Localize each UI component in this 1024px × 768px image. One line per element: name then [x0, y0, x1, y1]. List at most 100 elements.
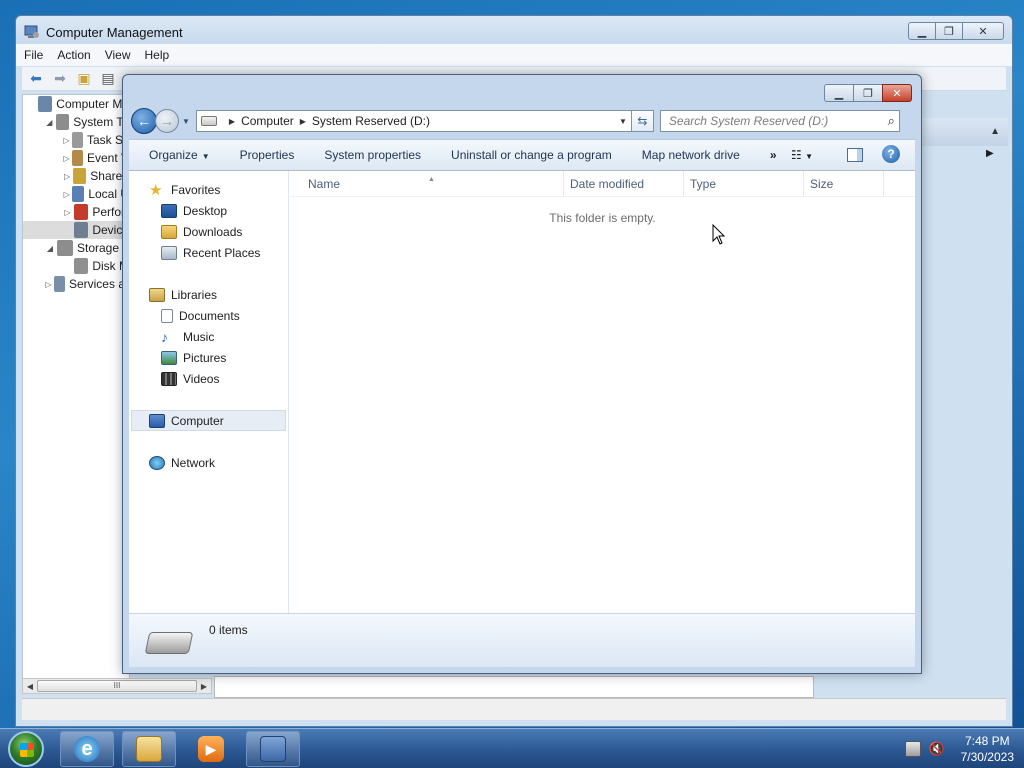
- explorer-minimize-button[interactable]: ▁: [824, 84, 854, 102]
- scroll-left-icon[interactable]: ◀: [23, 682, 37, 691]
- nav-network[interactable]: Network: [129, 452, 288, 473]
- cm-actions-header[interactable]: ▲: [920, 118, 1008, 146]
- breadcrumb-separator-icon[interactable]: ▶: [300, 117, 306, 126]
- nav-favorites[interactable]: ★ Favorites: [129, 179, 288, 200]
- tree-item[interactable]: ▷ Local U: [23, 185, 129, 203]
- tree-expander-icon[interactable]: ▷: [63, 172, 71, 181]
- scroll-right-icon[interactable]: ▶: [197, 682, 211, 691]
- tree-item[interactable]: Disk M: [23, 257, 129, 275]
- tree-item[interactable]: ◢ Storage: [23, 239, 129, 257]
- tree-item[interactable]: ▷ Event V: [23, 149, 129, 167]
- scroll-thumb[interactable]: III: [37, 680, 197, 692]
- nav-videos[interactable]: Videos: [129, 368, 288, 389]
- libraries-icon: [149, 287, 165, 302]
- forward-arrow-icon[interactable]: ➡: [50, 70, 70, 88]
- nav-pictures[interactable]: Pictures: [129, 347, 288, 368]
- clock[interactable]: 7:48 PM 7/30/2023: [961, 733, 1014, 765]
- cm-maximize-button[interactable]: ❐: [935, 22, 963, 40]
- tree-item[interactable]: ▷ Perforr: [23, 203, 129, 221]
- command-bar: Organize ▼ Properties System properties U…: [129, 139, 915, 171]
- start-button[interactable]: [8, 731, 44, 767]
- search-icon[interactable]: ⌕: [888, 113, 895, 129]
- change-view-icon[interactable]: ☷ ▼: [791, 148, 813, 162]
- tree-expander-icon[interactable]: ▷: [45, 280, 52, 289]
- cm-horizontal-scrollbar[interactable]: ◀ III ▶: [22, 678, 212, 694]
- nav-computer[interactable]: Computer: [131, 410, 286, 431]
- tree-item[interactable]: ▷ Shared: [23, 167, 129, 185]
- tree-expander-icon[interactable]: ◢: [45, 118, 54, 127]
- action-center-flag-icon[interactable]: [904, 741, 921, 757]
- nav-desktop[interactable]: Desktop: [129, 200, 288, 221]
- menu-help[interactable]: Help: [145, 48, 170, 62]
- desktop-icon: [161, 203, 177, 218]
- tree-expander-icon[interactable]: ▷: [63, 154, 70, 163]
- recent-pages-dropdown-icon[interactable]: ▼: [182, 117, 190, 126]
- address-dropdown-icon[interactable]: ▼: [619, 117, 627, 126]
- menu-view[interactable]: View: [105, 48, 131, 62]
- taskbar-media-player[interactable]: ▶: [184, 731, 238, 767]
- taskbar-internet-explorer[interactable]: e: [60, 731, 114, 767]
- cm-close-button[interactable]: ✕: [962, 22, 1004, 40]
- properties-button[interactable]: Properties: [240, 148, 295, 162]
- more-actions-arrow-icon[interactable]: ▶: [986, 148, 994, 159]
- menu-file[interactable]: File: [24, 48, 43, 62]
- breadcrumb-drive[interactable]: System Reserved (D:): [312, 114, 430, 128]
- clock-time: 7:48 PM: [964, 734, 1010, 748]
- search-input[interactable]: Search System Reserved (D:) ⌕: [659, 110, 900, 132]
- tree-node-icon: [71, 150, 83, 166]
- column-date-modified[interactable]: Date modified: [564, 170, 684, 197]
- breadcrumb-separator-icon[interactable]: ▶: [229, 117, 235, 126]
- nav-pictures-label: Pictures: [183, 350, 227, 365]
- tree-expander-icon[interactable]: ▷: [63, 208, 72, 217]
- tree-item[interactable]: ▷ Services ar: [23, 275, 129, 293]
- music-note-icon: ♪: [161, 328, 168, 345]
- refresh-icon[interactable]: ⇆: [631, 110, 654, 132]
- video-film-icon: [161, 371, 177, 386]
- tree-expander-icon[interactable]: ▷: [63, 136, 70, 145]
- organize-label: Organize: [149, 148, 198, 162]
- tree-expander-icon[interactable]: ▷: [63, 190, 70, 199]
- empty-folder-message: This folder is empty.: [549, 211, 656, 225]
- column-size[interactable]: Size: [804, 170, 884, 197]
- tree-item[interactable]: ◢ System To: [23, 113, 129, 131]
- up-folder-icon[interactable]: ▣: [74, 70, 94, 88]
- organize-button[interactable]: Organize ▼: [149, 148, 210, 162]
- nav-recent-places[interactable]: Recent Places: [129, 242, 288, 263]
- nav-downloads[interactable]: Downloads: [129, 221, 288, 242]
- nav-music[interactable]: ♪ Music: [129, 326, 288, 347]
- tree-expander-icon[interactable]: ◢: [45, 244, 55, 253]
- nav-documents[interactable]: Documents: [129, 305, 288, 326]
- back-arrow-icon[interactable]: ⬅: [26, 70, 46, 88]
- map-network-drive-button[interactable]: Map network drive: [642, 148, 740, 162]
- address-bar[interactable]: ▶ Computer ▶ System Reserved (D:) ▼: [195, 110, 632, 132]
- details-pane: 0 items: [129, 613, 915, 667]
- nav-music-label: Music: [183, 329, 215, 344]
- preview-pane-icon[interactable]: [847, 148, 863, 162]
- nav-libraries[interactable]: Libraries: [129, 284, 288, 305]
- taskbar-computer-management[interactable]: [246, 731, 300, 767]
- explorer-window: ▁ ❐ ✕ ← → ▼ ▶ Computer ▶ System Reserved…: [122, 74, 922, 674]
- cm-minimize-button[interactable]: ▁: [908, 22, 936, 40]
- forward-button[interactable]: →: [155, 109, 179, 133]
- recent-places-icon: [161, 245, 177, 260]
- menu-action[interactable]: Action: [57, 48, 90, 62]
- tree-item[interactable]: ▷ Task Sc: [23, 131, 129, 149]
- explorer-maximize-button[interactable]: ❐: [853, 84, 883, 102]
- show-hide-tree-icon[interactable]: ▤: [98, 70, 118, 88]
- column-name[interactable]: ▲ Name: [290, 170, 564, 197]
- collapse-up-icon[interactable]: ▲: [990, 126, 1000, 137]
- tree-item[interactable]: Computer Ma: [23, 95, 129, 113]
- help-icon[interactable]: ?: [882, 145, 900, 163]
- uninstall-program-button[interactable]: Uninstall or change a program: [451, 148, 612, 162]
- speaker-muted-icon[interactable]: 🔇: [929, 741, 945, 757]
- nav-libraries-label: Libraries: [171, 287, 218, 302]
- more-commands-button[interactable]: »: [770, 148, 777, 162]
- breadcrumb-computer[interactable]: Computer: [241, 114, 294, 128]
- column-type[interactable]: Type: [684, 170, 804, 197]
- explorer-close-button[interactable]: ✕: [882, 84, 912, 102]
- computer-management-icon: [24, 24, 40, 40]
- tree-item[interactable]: Device: [23, 221, 129, 239]
- system-properties-button[interactable]: System properties: [324, 148, 421, 162]
- back-button[interactable]: ←: [131, 108, 157, 134]
- taskbar-windows-explorer[interactable]: [122, 731, 176, 767]
